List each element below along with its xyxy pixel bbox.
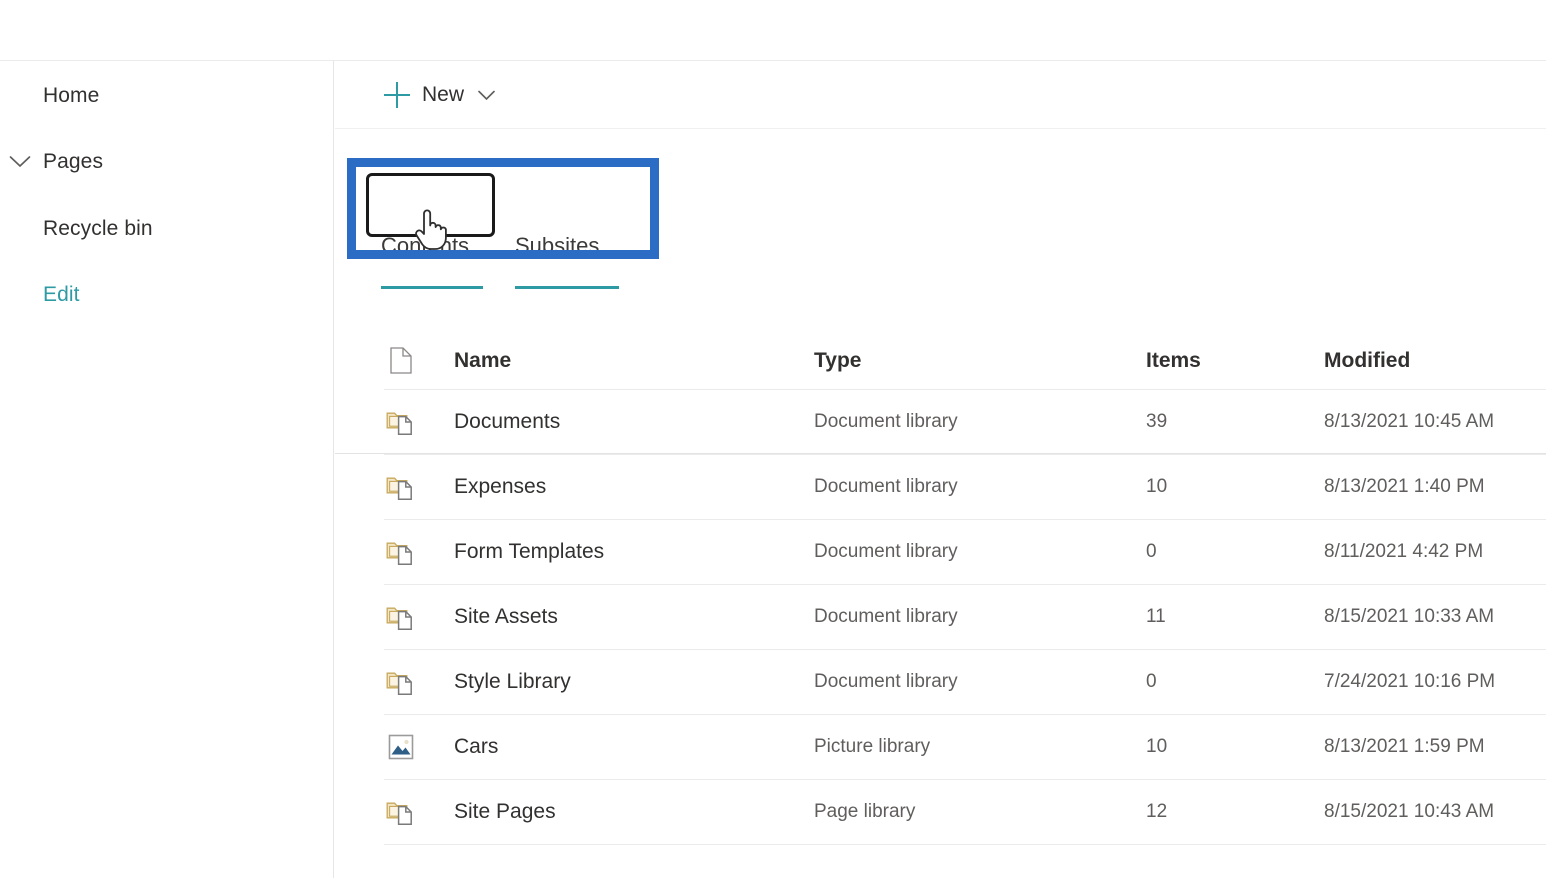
row-items: 12 [1146, 801, 1168, 822]
row-type: Document library [814, 541, 958, 562]
column-header-type[interactable]: Type [814, 349, 861, 373]
row-name[interactable]: Style Library [454, 670, 571, 694]
chevron-down-icon [478, 90, 495, 101]
table-row[interactable]: Style Library Document library 0 7/24/2021 … [384, 650, 1546, 715]
table-row[interactable]: Expenses Document library 10 8/13/2021 1:40… [384, 455, 1546, 520]
row-modified: 8/15/2021 10:43 AM [1324, 801, 1495, 822]
table-header-row: Name Type Items Modified [384, 332, 1546, 390]
row-name[interactable]: Site Assets [454, 605, 558, 629]
document-library-icon [384, 795, 418, 829]
plus-icon [384, 82, 410, 108]
tab-bar: Contents Subsites [335, 203, 1546, 454]
table-body: Documents Document library 39 8/13/2021 10:… [384, 390, 1546, 845]
column-header-items[interactable]: Items [1146, 349, 1201, 373]
table-row[interactable]: Site Assets Document library 11 8/15/2021 1… [384, 585, 1546, 650]
row-type: Document library [814, 411, 958, 432]
sidebar-item-edit[interactable]: Edit [0, 274, 333, 316]
table-row[interactable]: Site Pages Page library 12 8/15/2021 10:43 … [384, 780, 1546, 845]
row-items: 0 [1146, 671, 1157, 692]
table-row[interactable]: Form Templates Document library 0 8/11/2021… [384, 520, 1546, 585]
row-items: 10 [1146, 736, 1168, 757]
column-header-name[interactable]: Name [454, 349, 511, 373]
command-bar-divider [335, 128, 1546, 129]
document-library-icon [384, 665, 418, 699]
row-modified: 7/24/2021 10:16 PM [1324, 671, 1496, 692]
tab-subsites[interactable]: Subsites [507, 221, 627, 293]
row-type: Document library [814, 476, 958, 497]
document-library-icon [384, 470, 418, 504]
sidebar-item-home[interactable]: Home [0, 75, 333, 117]
row-modified: 8/15/2021 10:33 AM [1324, 606, 1495, 627]
page-top-area [0, 0, 1546, 61]
tab-contents-underline [381, 286, 483, 289]
row-modified: 8/13/2021 10:45 AM [1324, 411, 1495, 432]
main-content-area: New Contents Subsites Name Type Items Mo… [335, 61, 1546, 878]
document-library-icon [384, 600, 418, 634]
row-type: Document library [814, 606, 958, 627]
table-row[interactable]: Cars Picture library 10 8/13/2021 1:59 PM [384, 715, 1546, 780]
site-contents-table: Name Type Items Modified Documents Docume… [384, 332, 1546, 845]
picture-library-icon [384, 730, 418, 764]
row-items: 39 [1146, 411, 1168, 432]
new-button[interactable]: New [378, 74, 501, 116]
row-name[interactable]: Cars [454, 735, 498, 759]
row-name[interactable]: Form Templates [454, 540, 604, 564]
row-items: 0 [1146, 541, 1157, 562]
document-library-icon [384, 405, 418, 439]
sidebar-item-label: Home [43, 84, 100, 107]
row-modified: 8/13/2021 1:59 PM [1324, 736, 1485, 757]
document-library-icon [384, 535, 418, 569]
row-items: 11 [1146, 606, 1166, 627]
row-type: Document library [814, 671, 958, 692]
tab-subsites-label: Subsites [515, 233, 600, 258]
sidebar-item-label: Pages [43, 150, 104, 173]
row-name[interactable]: Site Pages [454, 800, 556, 824]
row-modified: 8/11/2021 4:42 PM [1324, 541, 1484, 562]
row-name[interactable]: Expenses [454, 475, 546, 499]
sidebar-item-pages[interactable]: Pages [0, 141, 333, 183]
left-navigation: Home Pages Recycle bin Edit [0, 61, 334, 878]
tab-contents[interactable]: Contents [367, 221, 497, 293]
file-type-column-icon [384, 344, 418, 378]
row-type: Page library [814, 801, 916, 822]
tab-subsites-underline [515, 286, 619, 289]
sidebar-item-label: Edit [43, 283, 80, 306]
column-header-modified[interactable]: Modified [1324, 349, 1410, 373]
row-name[interactable]: Documents [454, 410, 560, 434]
new-button-label: New [422, 83, 465, 106]
tab-contents-label: Contents [381, 233, 470, 258]
command-bar: New [335, 61, 1546, 129]
row-modified: 8/13/2021 1:40 PM [1324, 476, 1485, 497]
sidebar-item-recycle-bin[interactable]: Recycle bin [0, 208, 333, 250]
row-items: 10 [1146, 476, 1168, 497]
sidebar-item-label: Recycle bin [43, 217, 153, 240]
chevron-down-icon[interactable] [6, 148, 34, 176]
row-type: Picture library [814, 736, 931, 757]
table-row[interactable]: Documents Document library 39 8/13/2021 10:… [384, 390, 1546, 455]
